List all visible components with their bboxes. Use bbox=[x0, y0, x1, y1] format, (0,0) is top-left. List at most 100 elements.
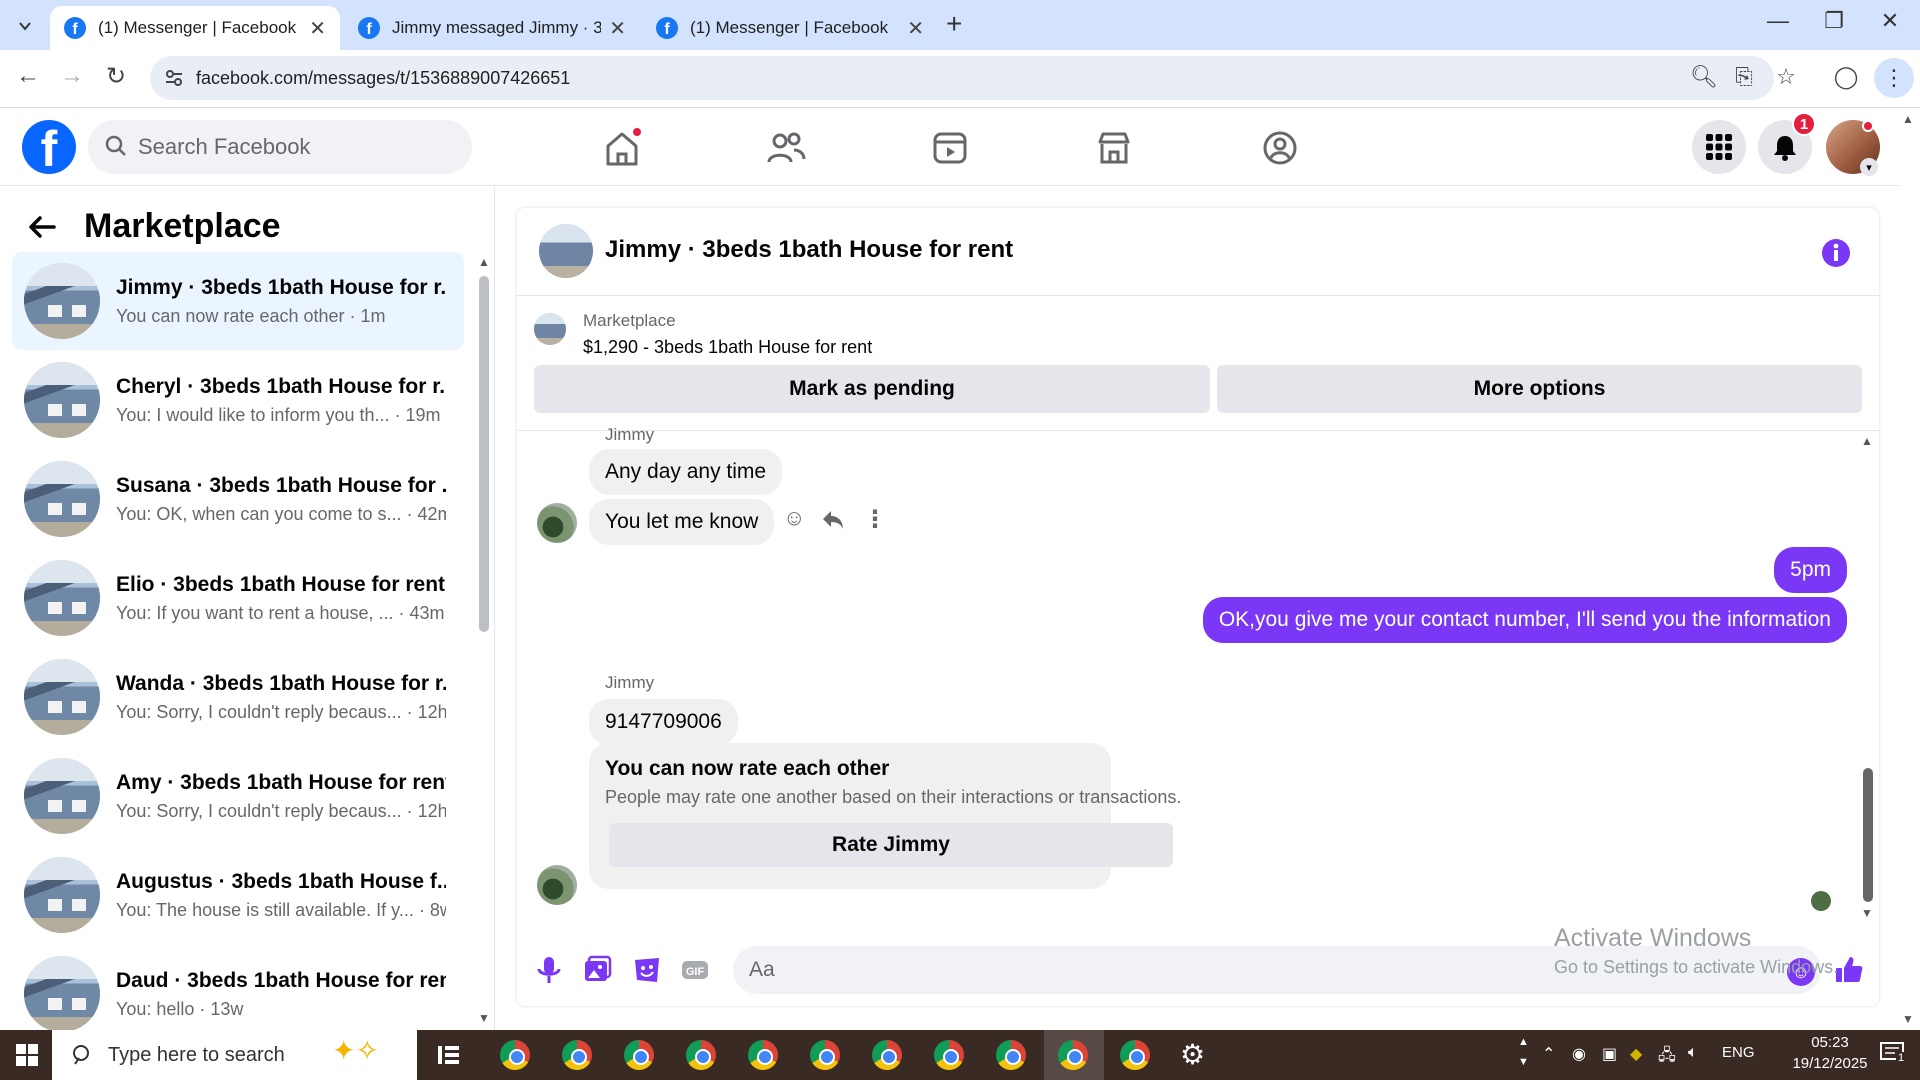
settings-gear-icon[interactable]: ⚙ bbox=[1180, 1038, 1205, 1071]
conversation-item[interactable]: Wanda · 3beds 1bath House for r... You: S… bbox=[12, 648, 464, 746]
chrome-taskbar-icon[interactable] bbox=[562, 1040, 592, 1070]
outgoing-message[interactable]: OK,you give me your contact number, I'll… bbox=[1202, 597, 1847, 643]
back-arrow-icon[interactable] bbox=[26, 211, 58, 243]
app-tray-icon[interactable]: ◆ bbox=[1630, 1044, 1642, 1064]
chrome-taskbar-icon[interactable] bbox=[624, 1040, 654, 1070]
bookmark-star-icon[interactable]: ☆ bbox=[1770, 64, 1802, 90]
close-tab-icon[interactable]: ✕ bbox=[907, 16, 924, 41]
taskbar-search-input[interactable]: Type here to search ✦✧ bbox=[52, 1030, 417, 1080]
facebook-logo[interactable]: f bbox=[22, 120, 76, 174]
menu-grid-button[interactable] bbox=[1692, 120, 1746, 174]
profile-icon[interactable]: ◯ bbox=[1830, 64, 1862, 90]
restore-icon[interactable]: ❐ bbox=[1814, 8, 1854, 34]
zoom-icon[interactable]: 🔍︎ bbox=[1688, 64, 1720, 90]
outgoing-message[interactable]: 5pm bbox=[1774, 547, 1847, 593]
browser-tab-1[interactable]: f (1) Messenger | Facebook ✕ bbox=[50, 6, 340, 50]
chrome-taskbar-icon[interactable] bbox=[996, 1040, 1026, 1070]
photo-icon[interactable] bbox=[581, 954, 613, 986]
close-window-icon[interactable]: ✕ bbox=[1870, 8, 1910, 34]
conversation-item[interactable]: Amy · 3beds 1bath House for rent You: Sor… bbox=[12, 747, 464, 845]
rate-jimmy-button[interactable]: Rate Jimmy bbox=[609, 823, 1173, 867]
gif-icon[interactable]: GIF bbox=[679, 954, 711, 986]
message-sender-name: Jimmy bbox=[605, 425, 655, 444]
new-tab-button[interactable]: + bbox=[946, 8, 962, 40]
info-icon[interactable] bbox=[1821, 238, 1851, 268]
tray-scroll-icon[interactable]: ▲ ▼ bbox=[1518, 1032, 1529, 1072]
chat-scroll-down-icon[interactable]: ▼ bbox=[1861, 906, 1873, 920]
site-info-icon[interactable] bbox=[164, 68, 184, 88]
conversation-item[interactable]: Augustus · 3beds 1bath House f... You: Th… bbox=[12, 846, 464, 944]
chrome-taskbar-icon[interactable] bbox=[934, 1040, 964, 1070]
conversation-item[interactable]: Cheryl · 3beds 1bath House for r... You: … bbox=[12, 351, 464, 449]
browser-tab-2[interactable]: f Jimmy messaged Jimmy · 3beds ✕ bbox=[344, 6, 640, 50]
tab-search-button[interactable] bbox=[8, 12, 42, 40]
facebook-search-input[interactable]: Search Facebook bbox=[88, 120, 472, 174]
scroll-up-arrow-icon[interactable]: ▲ bbox=[478, 255, 490, 269]
browser-toolbar: ← → ↻ facebook.com/messages/t/1536889007… bbox=[0, 50, 1920, 108]
microphone-icon[interactable] bbox=[533, 954, 565, 986]
close-tab-icon[interactable]: ✕ bbox=[609, 16, 626, 41]
chrome-taskbar-icon[interactable] bbox=[500, 1040, 530, 1070]
sender-avatar[interactable] bbox=[537, 865, 577, 905]
chat-listing-avatar[interactable] bbox=[539, 224, 593, 278]
more-options-button[interactable]: More options bbox=[1217, 365, 1862, 413]
incoming-message[interactable]: 9147709006 bbox=[589, 699, 738, 745]
marketplace-icon[interactable] bbox=[1092, 126, 1136, 170]
page-scroll-up-icon[interactable]: ▲ bbox=[1902, 112, 1914, 126]
volume-icon[interactable]: 🔈︎ bbox=[1688, 1044, 1698, 1062]
chrome-taskbar-icon[interactable] bbox=[872, 1040, 902, 1070]
svg-text:GIF: GIF bbox=[686, 966, 705, 978]
video-icon[interactable] bbox=[928, 126, 972, 170]
chrome-taskbar-icon[interactable] bbox=[748, 1040, 778, 1070]
chat-scrollbar[interactable] bbox=[1863, 768, 1873, 902]
incoming-message[interactable]: Any day any time bbox=[589, 449, 783, 495]
chat-scroll-up-icon[interactable]: ▲ bbox=[1861, 434, 1873, 448]
minimize-icon[interactable]: — bbox=[1758, 8, 1798, 34]
groups-icon[interactable] bbox=[1258, 126, 1302, 170]
language-indicator[interactable]: ENG bbox=[1722, 1044, 1755, 1061]
react-emoji-icon[interactable]: ☺ bbox=[783, 505, 805, 531]
sender-avatar[interactable] bbox=[537, 503, 577, 543]
activate-windows-watermark: Activate Windows Go to Settings to activ… bbox=[1554, 924, 1838, 978]
conversation-item[interactable]: Jimmy · 3beds 1bath House for r... You ca… bbox=[12, 252, 464, 350]
show-hidden-icons[interactable]: ⌃ bbox=[1542, 1044, 1555, 1064]
sidebar-scrollbar[interactable] bbox=[479, 276, 489, 632]
mark-as-pending-button[interactable]: Mark as pending bbox=[534, 365, 1210, 413]
reload-button[interactable]: ↻ bbox=[98, 62, 134, 91]
chat-title[interactable]: Jimmy · 3beds 1bath House for rent bbox=[605, 236, 1013, 264]
page-scroll-down-icon[interactable]: ▼ bbox=[1902, 1012, 1914, 1026]
browser-tab-3[interactable]: f (1) Messenger | Facebook ✕ bbox=[642, 6, 938, 50]
listing-thumbnail[interactable] bbox=[534, 313, 566, 345]
friends-icon[interactable] bbox=[764, 126, 808, 170]
chrome-taskbar-icon[interactable] bbox=[1120, 1040, 1150, 1070]
chrome-taskbar-icon[interactable] bbox=[810, 1040, 840, 1070]
record-icon[interactable]: ◉ bbox=[1572, 1044, 1586, 1064]
listing-thumbnail bbox=[24, 857, 100, 933]
forward-button[interactable]: → bbox=[54, 62, 90, 90]
clock-time: 05:23 bbox=[1811, 1034, 1849, 1051]
chrome-taskbar-icon[interactable] bbox=[1058, 1040, 1088, 1070]
action-center-icon[interactable]: 1 bbox=[1880, 1042, 1908, 1068]
install-app-icon[interactable]: ⎘ bbox=[1728, 64, 1760, 90]
camera-icon[interactable]: ▣ bbox=[1602, 1044, 1617, 1064]
sticker-icon[interactable] bbox=[631, 954, 663, 986]
conversation-item[interactable]: Daud · 3beds 1bath House for rent You: he… bbox=[12, 945, 464, 1030]
more-actions-icon[interactable]: ⋮ bbox=[863, 505, 887, 534]
conversation-item[interactable]: Elio · 3beds 1bath House for rent You: If… bbox=[12, 549, 464, 647]
scroll-down-arrow-icon[interactable]: ▼ bbox=[478, 1011, 490, 1025]
account-chevron-icon[interactable]: ▾ bbox=[1860, 158, 1878, 176]
browser-menu-button[interactable]: ⋮ bbox=[1874, 58, 1914, 98]
reply-icon[interactable] bbox=[821, 509, 845, 531]
chrome-taskbar-icon[interactable] bbox=[686, 1040, 716, 1070]
listing-price-title[interactable]: $1,290 - 3beds 1bath House for rent bbox=[583, 337, 872, 358]
windows-start-icon[interactable] bbox=[16, 1044, 38, 1066]
network-icon[interactable]: 🖧 bbox=[1658, 1044, 1676, 1071]
conversation-item[interactable]: Susana · 3beds 1bath House for ... You: O… bbox=[12, 450, 464, 548]
back-button[interactable]: ← bbox=[10, 62, 46, 90]
close-tab-icon[interactable]: ✕ bbox=[309, 16, 326, 41]
address-bar[interactable]: facebook.com/messages/t/1536889007426651 bbox=[150, 56, 1774, 100]
clock[interactable]: 05:23 19/12/2025 bbox=[1780, 1034, 1880, 1072]
listing-thumbnail bbox=[24, 758, 100, 834]
incoming-message[interactable]: You let me know bbox=[589, 499, 775, 545]
task-view-icon[interactable] bbox=[438, 1044, 462, 1066]
